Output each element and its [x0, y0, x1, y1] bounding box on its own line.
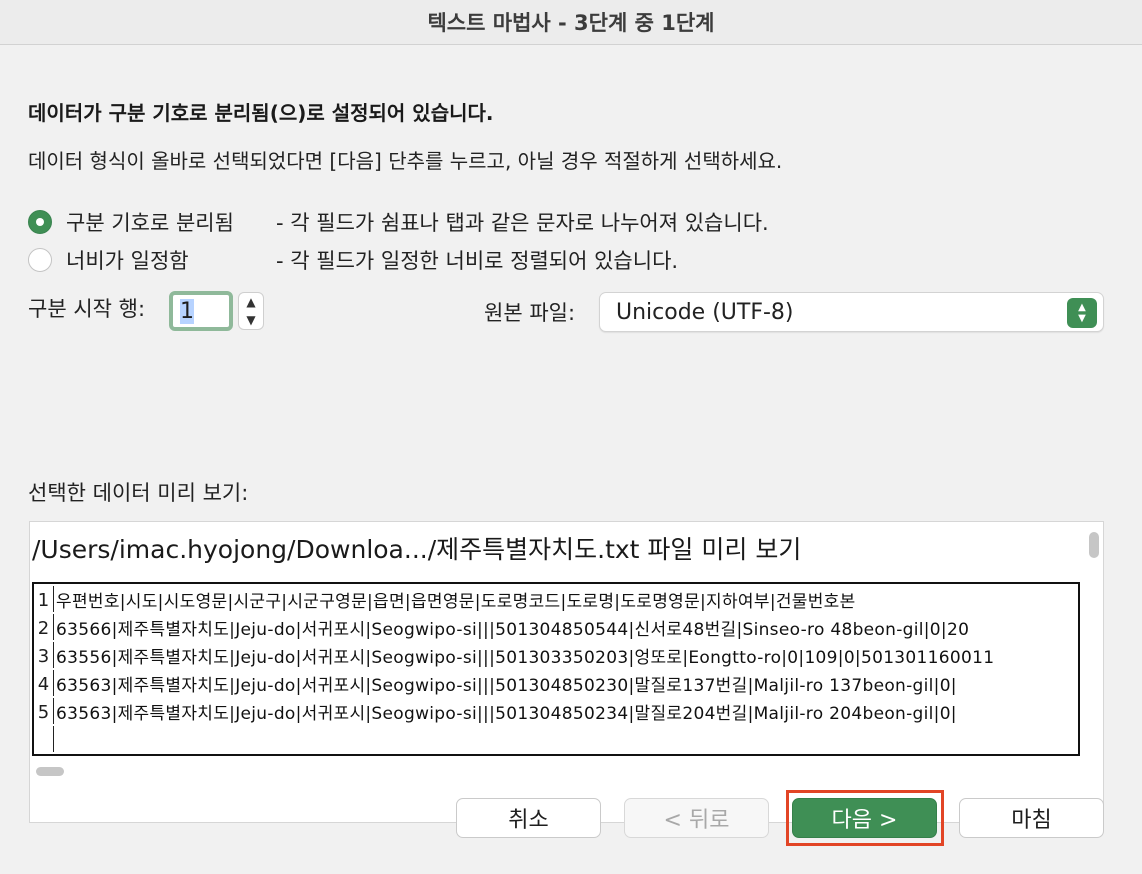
radio-delimited-row[interactable]: 구분 기호로 분리됨 - 각 필드가 쉼표나 탭과 같은 문자로 나누어져 있습… [28, 207, 769, 237]
origin-label: 원본 파일: [484, 301, 576, 325]
back-button[interactable]: < 뒤로 [624, 798, 769, 838]
row-text: 63563|제주특별자치도|Jeju-do|서귀포시|Seogwipo-si||… [56, 703, 957, 724]
radio-delimited[interactable] [28, 210, 52, 234]
row-number: 3 [34, 642, 54, 668]
updown-chevron-icon[interactable]: ▲ ▼ [1067, 298, 1097, 328]
preview-label: 선택한 데이터 미리 보기: [28, 481, 249, 505]
chevron-up-icon[interactable]: ▲ [239, 293, 263, 311]
finish-button[interactable]: 마침 [959, 798, 1104, 838]
start-row-input[interactable]: 1 [169, 291, 233, 331]
row-number: 4 [34, 670, 54, 696]
radio-fixed-width-desc: - 각 필드가 일정한 너비로 정렬되어 있습니다. [276, 249, 679, 273]
window-title-bar: 텍스트 마법사 - 3단계 중 1단계 [0, 0, 1142, 45]
row-number: 2 [34, 614, 54, 640]
cancel-button[interactable]: 취소 [456, 798, 601, 838]
table-row: 3 63556|제주특별자치도|Jeju-do|서귀포시|Seogwipo-si… [34, 642, 1078, 668]
table-row: 1 우편번호|시도|시도영문|시군구|시군구영문|읍면|읍면영문|도로명코드|도… [34, 586, 1078, 612]
table-row [34, 726, 1078, 752]
row-text: 63556|제주특별자치도|Jeju-do|서귀포시|Seogwipo-si||… [56, 647, 995, 668]
wizard-heading: 데이터가 구분 기호로 분리됨(으)로 설정되어 있습니다. [28, 101, 494, 125]
wizard-subheading: 데이터 형식이 올바로 선택되었다면 [다음] 단추를 누르고, 아닐 경우 적… [28, 149, 783, 173]
wizard-content: 데이터가 구분 기호로 분리됨(으)로 설정되어 있습니다. 데이터 형식이 올… [0, 45, 1142, 874]
vertical-scrollbar[interactable] [1089, 532, 1099, 558]
start-row-label: 구분 시작 행: [28, 297, 146, 321]
row-number: 1 [34, 586, 54, 612]
radio-fixed-width-label[interactable]: 너비가 일정함 [66, 245, 276, 275]
chevron-down-icon[interactable]: ▼ [239, 311, 263, 329]
window-title: 텍스트 마법사 - 3단계 중 1단계 [427, 11, 715, 35]
next-button[interactable]: 다음 > [792, 798, 937, 838]
origin-select[interactable]: Unicode (UTF-8) ▲ ▼ [599, 292, 1104, 332]
row-number [34, 726, 54, 752]
preview-grid: 1 우편번호|시도|시도영문|시군구|시군구영문|읍면|읍면영문|도로명코드|도… [32, 582, 1080, 756]
radio-delimited-label[interactable]: 구분 기호로 분리됨 [66, 207, 276, 237]
row-text: 우편번호|시도|시도영문|시군구|시군구영문|읍면|읍면영문|도로명코드|도로명… [56, 591, 856, 612]
row-text: 63566|제주특별자치도|Jeju-do|서귀포시|Seogwipo-si||… [56, 619, 970, 640]
start-row-stepper[interactable]: ▲ ▼ [238, 292, 264, 330]
radio-fixed-width[interactable] [28, 248, 52, 272]
table-row: 2 63566|제주특별자치도|Jeju-do|서귀포시|Seogwipo-si… [34, 614, 1078, 640]
table-row: 5 63563|제주특별자치도|Jeju-do|서귀포시|Seogwipo-si… [34, 698, 1078, 724]
preview-panel[interactable]: /Users/imac.hyojong/Downloa.../제주특별자치도.t… [29, 521, 1104, 823]
horizontal-scrollbar[interactable] [36, 767, 64, 776]
start-row-label-wrap: 구분 시작 행: [28, 293, 145, 323]
table-row: 4 63563|제주특별자치도|Jeju-do|서귀포시|Seogwipo-si… [34, 670, 1078, 696]
row-number: 5 [34, 698, 54, 724]
preview-title: /Users/imac.hyojong/Downloa.../제주특별자치도.t… [32, 535, 802, 564]
radio-delimited-desc: - 각 필드가 쉼표나 탭과 같은 문자로 나누어져 있습니다. [276, 211, 769, 235]
start-row-value[interactable]: 1 [180, 298, 194, 324]
row-text: 63563|제주특별자치도|Jeju-do|서귀포시|Seogwipo-si||… [56, 675, 957, 696]
radio-fixed-width-row[interactable]: 너비가 일정함 - 각 필드가 일정한 너비로 정렬되어 있습니다. [28, 245, 678, 275]
origin-select-value[interactable]: Unicode (UTF-8) [616, 300, 794, 325]
